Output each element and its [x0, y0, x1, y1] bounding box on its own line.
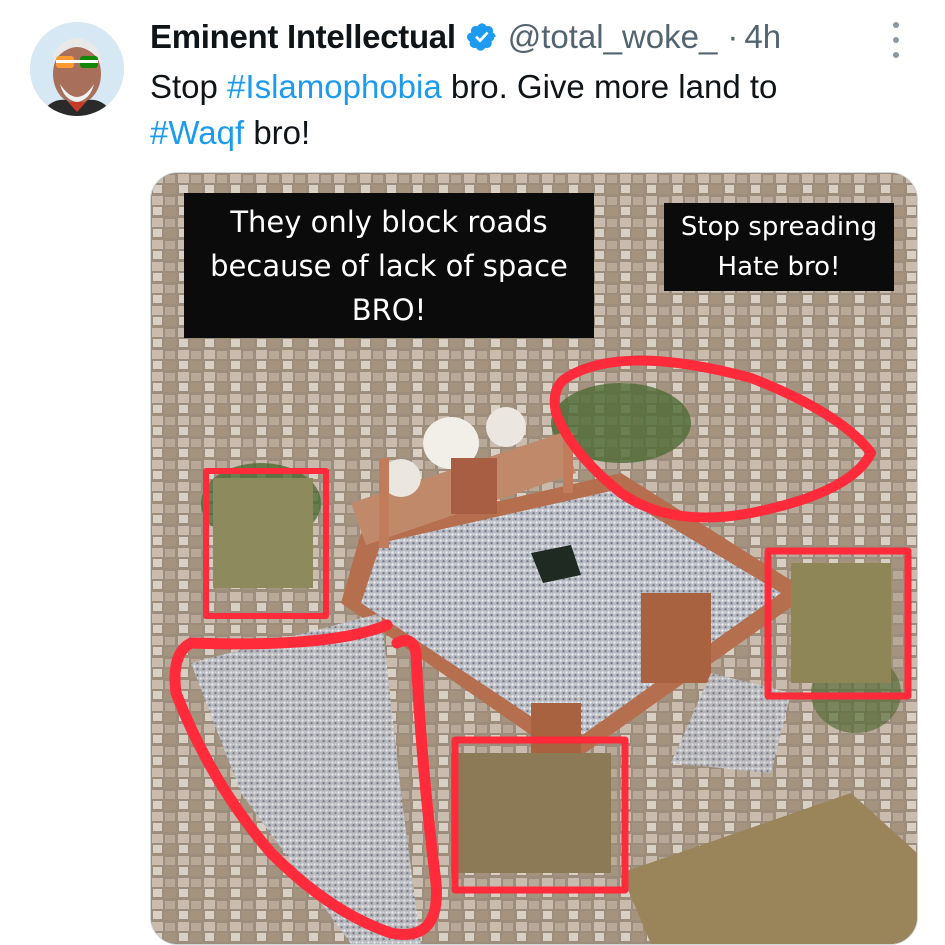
verified-badge-icon	[466, 21, 498, 53]
image-caption-right-text: Stop spreading Hate bro!	[680, 212, 878, 282]
author-display-name[interactable]: Eminent Intellectual	[150, 18, 456, 56]
image-caption-right: Stop spreading Hate bro!	[664, 203, 894, 291]
image-caption-left-text: They only block roads because of lack of…	[210, 204, 568, 327]
tweet-media-image[interactable]: They only block roads because of lack of…	[150, 172, 918, 945]
more-dot	[893, 22, 899, 28]
tweet-text-part: bro!	[244, 114, 311, 151]
author-avatar[interactable]	[30, 22, 124, 116]
tweet-text-part: bro. Give more land to	[441, 68, 778, 105]
tweet-text-part: Stop	[150, 68, 228, 105]
hashtag-link[interactable]: #Waqf	[150, 114, 244, 151]
avatar-image	[30, 22, 124, 116]
hashtag-link[interactable]: #Islamophobia	[227, 68, 442, 105]
author-handle[interactable]: @total_woke_	[508, 18, 718, 56]
tweet-text: Stop #Islamophobia bro. Give more land t…	[150, 64, 890, 156]
more-dot	[893, 37, 899, 43]
tweet-timestamp[interactable]: 4h	[744, 18, 781, 56]
header-separator: ·	[727, 18, 739, 55]
image-caption-left: They only block roads because of lack of…	[184, 193, 594, 338]
more-dot	[893, 52, 899, 58]
more-options-icon[interactable]	[884, 22, 908, 58]
tweet-header: Eminent Intellectual @total_woke_ · 4h	[150, 14, 781, 60]
